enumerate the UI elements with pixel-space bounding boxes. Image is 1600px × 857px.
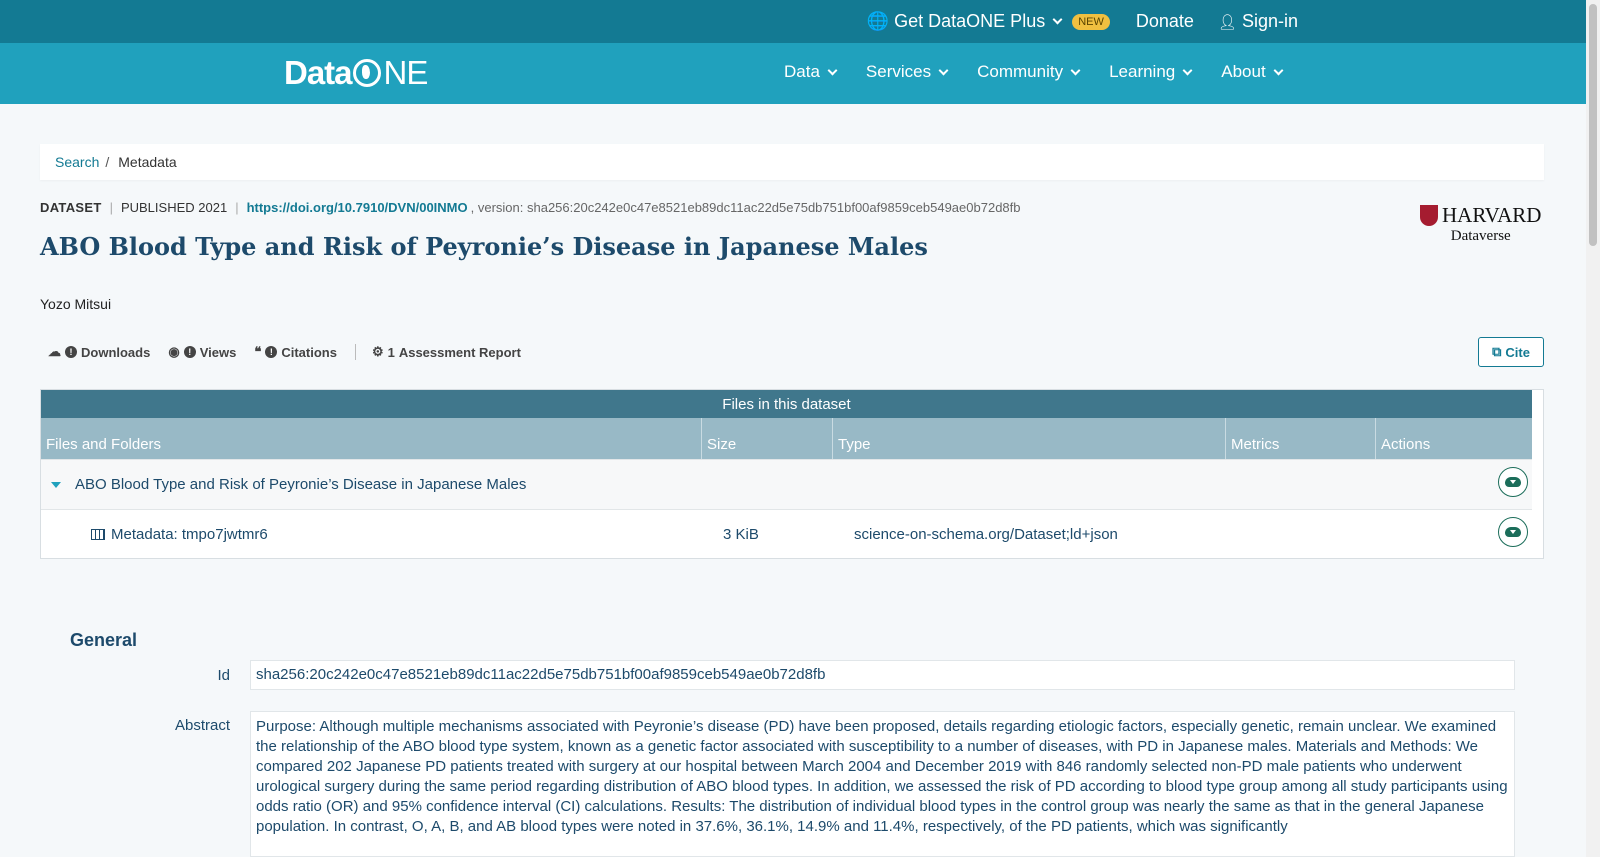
breadcrumb-search-link[interactable]: Search (55, 154, 99, 170)
page-title: ABO Blood Type and Risk of Peyronie’s Di… (40, 232, 928, 261)
chevron-down-icon (1070, 65, 1081, 75)
harvard-shield-icon (1420, 205, 1438, 226)
id-label: Id (217, 667, 230, 684)
download-package-button[interactable] (1498, 467, 1528, 497)
repository-sub: Dataverse (1450, 228, 1511, 244)
menu-about[interactable]: About (1221, 62, 1284, 82)
chevron-down-icon (1052, 14, 1063, 25)
abstract-value: Purpose: Although multiple mechanisms as… (250, 711, 1515, 857)
column-header-actions: Actions (1381, 436, 1431, 453)
download-file-button[interactable] (1498, 517, 1528, 547)
cite-label: Cite (1505, 344, 1530, 360)
general-section-heading: General (70, 630, 138, 650)
sign-in-link[interactable]: 👤︎ Sign-in (1218, 11, 1298, 32)
file-size: 3 KiB (723, 526, 759, 543)
views-label: Views (199, 344, 237, 360)
dataset-metrics: ☁︎ ! Downloads ◉ ! Views ❝ ! Citations ⚙… (48, 344, 539, 360)
breadcrumb-current: Metadata (118, 154, 177, 170)
menu-about-label: About (1221, 62, 1266, 81)
gauge-icon: ⚙ (371, 344, 384, 359)
table-row-file[interactable]: Metadata: tmpo7jwtmr6 3 KiB science-on-s… (41, 509, 1532, 559)
table-row-package[interactable]: ABO Blood Type and Risk of Peyronie’s Di… (41, 459, 1532, 509)
downloads-label: Downloads (81, 344, 151, 360)
top-utility-bar: 🌐 Get DataONE Plus NEW Donate 👤︎ Sign-in (0, 0, 1586, 43)
abstract-label: Abstract (174, 717, 230, 734)
published-label: PUBLISHED 2021 (120, 200, 228, 215)
chevron-down-icon (938, 65, 949, 75)
menu-community-label: Community (977, 62, 1064, 81)
dataone-logo[interactable]: Data NE (284, 54, 429, 92)
menu-data-label: Data (784, 62, 820, 81)
views-metric[interactable]: ◉ ! Views (168, 344, 236, 360)
cite-button[interactable]: ⧉ Cite (1478, 337, 1544, 367)
caret-down-icon[interactable] (51, 481, 61, 488)
id-value: sha256:20c242e0c47e8521eb89dc11ac22d5e75… (250, 660, 1515, 690)
quote-icon: ❝ (254, 344, 262, 359)
logo-text-data: Data (284, 54, 353, 91)
menu-community[interactable]: Community (977, 62, 1081, 82)
scrollbar-thumb[interactable] (1589, 4, 1597, 246)
files-table-columns: Files and Folders Size Type Metrics Acti… (41, 418, 1532, 459)
author-name: Yozo Mitsui (40, 296, 112, 312)
repository-logo[interactable]: HARVARD Dataverse (1420, 203, 1541, 245)
column-header-type: Type (833, 418, 1226, 459)
file-type: science-on-schema.org/Dataset;ld+json (854, 526, 1118, 543)
info-icon: ! (183, 346, 196, 358)
file-name[interactable]: Metadata: tmpo7jwtmr6 (111, 526, 723, 543)
menu-services[interactable]: Services (865, 62, 949, 82)
dataset-meta-line: DATASET | PUBLISHED 2021 | https://doi.o… (40, 200, 1021, 215)
column-header-files: Files and Folders (41, 418, 702, 459)
version-text: , version: sha256:20c242e0c47e8521eb89dc… (470, 200, 1021, 215)
cloud-download-icon (1505, 527, 1521, 537)
menu-learning-label: Learning (1109, 62, 1176, 81)
downloads-metric[interactable]: ☁︎ ! Downloads (48, 344, 150, 360)
menu-data[interactable]: Data (784, 62, 838, 82)
assessment-report-link[interactable]: ⚙ 1 Assessment Report (372, 344, 521, 360)
citations-metric[interactable]: ❝ ! Citations (254, 344, 337, 360)
chevron-down-icon (1182, 65, 1193, 75)
chevron-down-icon (1273, 65, 1284, 75)
doi-link[interactable]: https://doi.org/10.7910/DVN/00INMO (247, 200, 468, 215)
globe-icon: 🌐 (866, 11, 890, 31)
assessment-count: 1 (387, 344, 395, 360)
menu-learning[interactable]: Learning (1109, 62, 1193, 82)
cloud-download-icon (1505, 477, 1521, 487)
copy-icon: ⧉ (1492, 344, 1502, 359)
divider: | (235, 200, 239, 215)
divider: | (109, 200, 113, 215)
dataset-type-label: DATASET (40, 200, 102, 215)
plus-label: Get DataONE Plus (894, 11, 1046, 31)
column-header-metrics: Metrics (1226, 418, 1376, 459)
assessment-label: Assessment Report (398, 344, 521, 360)
globe-logo-icon (352, 59, 381, 87)
chevron-down-icon (827, 65, 838, 75)
table-icon (91, 529, 105, 540)
page-scrollbar[interactable] (1586, 0, 1600, 857)
logo-text-one: NE (383, 54, 429, 91)
info-icon: ! (65, 346, 77, 358)
divider (354, 344, 356, 360)
donate-link[interactable]: Donate (1136, 11, 1194, 32)
repository-name: HARVARD (1442, 203, 1542, 227)
package-name[interactable]: ABO Blood Type and Risk of Peyronie’s Di… (75, 476, 526, 493)
breadcrumb-separator: / (105, 154, 110, 170)
breadcrumb: Search / Metadata (40, 144, 1544, 180)
info-icon: ! (265, 346, 278, 358)
main-menu: Data Services Community Learning About (784, 62, 1284, 82)
user-icon: 👤︎ (1217, 13, 1237, 31)
new-badge: NEW (1072, 13, 1110, 30)
eye-icon: ◉ (168, 344, 180, 359)
menu-services-label: Services (865, 62, 932, 81)
column-header-size: Size (702, 418, 833, 459)
citations-label: Citations (281, 344, 337, 360)
sign-in-label: Sign-in (1241, 11, 1298, 31)
get-dataone-plus-link[interactable]: 🌐 Get DataONE Plus NEW (867, 11, 1110, 32)
cloud-download-icon: ☁︎ (48, 344, 61, 359)
files-table: Files in this dataset Files and Folders … (40, 389, 1544, 559)
files-table-heading: Files in this dataset (41, 390, 1532, 418)
